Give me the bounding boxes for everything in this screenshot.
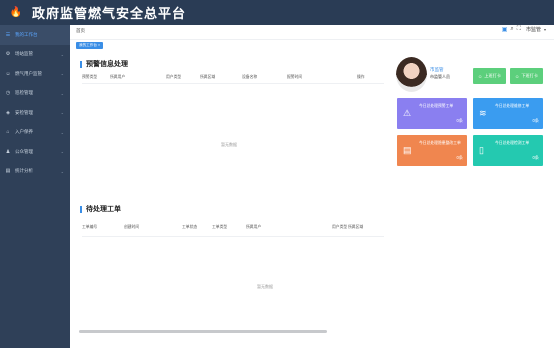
top-bar: 🔥 政府监管燃气安全总平台 [0,0,554,25]
column-header: 工单类型 [212,225,228,229]
screen-icon[interactable]: ▣ [502,26,508,33]
clock-in-button[interactable]: ☺ 上班打卡 [473,68,506,84]
sidebar-item-label: 统计分析 [15,168,33,174]
tab-workbench[interactable]: 我的工作台 × [76,42,104,49]
chevron-down-icon: ⌄ [60,129,64,135]
user-icon: ☺ [514,73,520,79]
chevron-down-icon: ⌄ [60,51,64,57]
sidebar-item-label: 巡检管理 [15,90,33,96]
warning-empty-text: 暂无数据 [221,142,237,147]
clock-out-button[interactable]: ☺ 下班打卡 [510,68,543,84]
chart-icon: ▤ [5,168,11,175]
column-header: 操作 [357,75,365,79]
header: 首页 ▣ ⌕ ⛶ 市监管 ▾ [70,25,554,40]
breadcrumb[interactable]: 首页 [76,28,85,34]
sidebar: ☰ 我的工作台 ⚙ 场站监管 ⌄ ☺ 燃气用户监管 ⌄ ◷ 巡检管理 ⌄ ◈ 安… [0,25,70,348]
sidebar-item-label: 安检管理 [15,109,33,115]
sidebar-item-label: 我的工作台 [15,31,38,37]
main-content: 预警信息处理 预警类型 所属用户 用户类型 所属区域 设备名称 报警时间 操作 … [70,51,554,348]
sidebar-item-label: 入户保养 [15,129,33,135]
card-value: 0条 [456,118,463,123]
column-header: 预警类型 [82,75,98,79]
column-header: 所属区域 [200,75,216,79]
card-value: 0条 [532,155,539,160]
chevron-down-icon: ⌄ [60,168,64,174]
wifi-icon: ≋ [479,108,487,118]
card-value: 0条 [532,118,539,123]
chevron-down-icon[interactable]: ▾ [544,27,546,32]
warning-table-header: 预警类型 所属用户 用户类型 所属区域 设备名称 报警时间 操作 [82,75,384,84]
list-icon: ☰ [5,31,11,38]
sidebar-item-inspection[interactable]: ◈ 安检管理 ⌄ [0,103,70,123]
card-title: 今日总处理维修工单 [495,104,530,108]
sidebar-item-gas-user[interactable]: ☺ 燃气用户监管 ⌄ [0,64,70,84]
column-header: 用户类型 [166,75,182,79]
clock-icon: ◷ [5,90,11,97]
card-repair-orders[interactable]: ≋ 今日总处理维修工单 0条 [473,98,543,129]
profile-role: 市监管人员 [430,74,450,79]
tabs-bar: 我的工作台 × [70,40,554,51]
warning-section-title: 预警信息处理 [80,61,128,68]
chevron-down-icon: ⌄ [60,110,64,116]
header-tools: ▣ ⌕ ⛶ 市监管 ▾ [502,26,546,33]
card-title: 今日总处理隐患整改工单 [419,141,461,145]
app-title: 政府监管燃气安全总平台 [32,7,187,22]
avatar [396,57,427,92]
sidebar-item-patrol[interactable]: ◷ 巡检管理 ⌄ [0,84,70,104]
pending-section-title: 待处理工单 [80,206,121,213]
search-icon[interactable]: ⌕ [510,26,513,33]
sidebar-item-station[interactable]: ⚙ 场站监管 ⌄ [0,45,70,65]
column-header: 工单状态 [182,225,198,229]
column-header: 工单编号 [82,225,98,229]
column-header: 所属区域 [348,225,364,229]
sidebar-item-label: 场站监管 [15,51,33,57]
sidebar-item-label: 燃气用户监管 [15,70,42,76]
document-icon: ▤ [403,145,412,155]
card-warning-orders[interactable]: ⚠ 今日总处理预警工单 0条 [397,98,467,129]
fullscreen-icon[interactable]: ⛶ [517,26,521,33]
user-icon: ☺ [477,73,483,79]
sidebar-item-public[interactable]: ♟ 公众管理 ⌄ [0,142,70,162]
alarm-icon: ⚠ [403,108,412,118]
horizontal-scrollbar[interactable] [79,330,327,333]
gear-icon: ⚙ [5,51,11,58]
card-value: 0条 [456,155,463,160]
pending-empty-text: 暂无数据 [257,284,273,289]
chevron-down-icon: ⌄ [60,149,64,155]
column-header: 创建时间 [124,225,140,229]
pending-table-header: 工单编号 创建时间 工单状态 工单类型 所属用户 用户类型 所属区域 [82,219,384,237]
sidebar-item-workbench[interactable]: ☰ 我的工作台 [0,25,70,45]
column-header: 设备名称 [242,75,258,79]
chevron-down-icon: ⌄ [60,71,64,77]
sidebar-item-statistics[interactable]: ▤ 统计分析 ⌄ [0,162,70,182]
user-menu[interactable]: 市监管 [526,26,541,33]
card-hazard-orders[interactable]: ▤ 今日总处理隐患整改工单 0条 [397,135,467,166]
column-header: 所属用户 [110,75,126,79]
column-header: 报警时间 [287,75,303,79]
home-icon: ⌂ [6,129,10,136]
user-profile: 市监管 市监管人员 [396,57,456,93]
clock-out-label: 下班打卡 [521,73,539,78]
clock-in-label: 上班打卡 [484,73,502,78]
tablet-icon: ▯ [479,145,484,155]
shield-icon: ◈ [6,109,10,116]
flame-icon: 🔥 [9,7,23,18]
column-header: 所属用户 [246,225,262,229]
user-icon: ☺ [5,70,11,77]
card-title: 今日总处理检测工单 [495,141,530,145]
people-icon: ♟ [5,148,11,155]
column-header: 用户类型 [332,225,348,229]
chevron-down-icon: ⌄ [60,90,64,96]
card-title: 今日总处理预警工单 [419,104,454,108]
card-detection-orders[interactable]: ▯ 今日总处理检测工单 0条 [473,135,543,166]
profile-name: 市监管 [430,67,444,72]
sidebar-item-label: 公众管理 [15,148,33,154]
sidebar-item-maintenance[interactable]: ⌂ 入户保养 ⌄ [0,123,70,143]
